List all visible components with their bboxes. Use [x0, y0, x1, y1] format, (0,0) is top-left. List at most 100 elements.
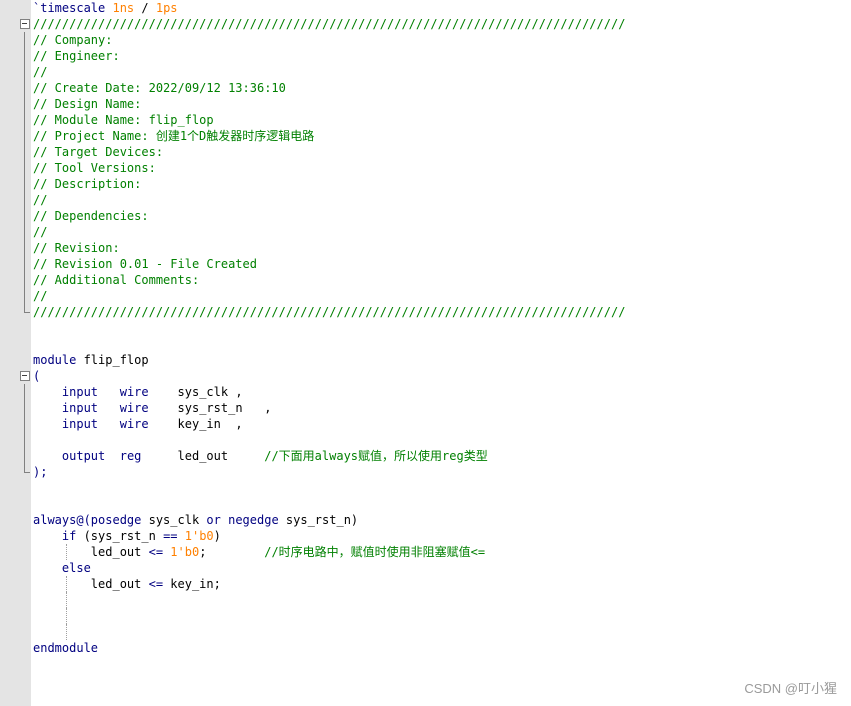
- code-line[interactable]: // Module Name: flip_flop: [0, 112, 851, 128]
- fold-guide-icon: [19, 112, 31, 128]
- code-line[interactable]: [0, 480, 851, 496]
- code-line[interactable]: else: [0, 560, 851, 576]
- code-line[interactable]: //: [0, 288, 851, 304]
- code-line[interactable]: // Revision:: [0, 240, 851, 256]
- code-token: key_in ,: [148, 417, 243, 431]
- code-line[interactable]: [0, 592, 851, 608]
- code-line[interactable]: output reg led_out //下面用always赋值，所以使用reg…: [0, 448, 851, 464]
- code-text[interactable]: // Additional Comments:: [33, 272, 199, 288]
- code-text[interactable]: led_out <= key_in;: [33, 576, 221, 592]
- code-token: //时序电路中，赋值时使用非阻塞赋值<=: [264, 545, 486, 559]
- code-text[interactable]: );: [33, 464, 47, 480]
- fold-toggle-icon[interactable]: [19, 368, 31, 384]
- code-line[interactable]: module flip_flop: [0, 352, 851, 368]
- code-text[interactable]: // Revision:: [33, 240, 120, 256]
- code-text[interactable]: // Engineer:: [33, 48, 120, 64]
- code-line[interactable]: [0, 608, 851, 624]
- code-line[interactable]: // Additional Comments:: [0, 272, 851, 288]
- code-text[interactable]: `timescale 1ns / 1ps: [33, 0, 178, 16]
- code-token: ): [213, 529, 221, 543]
- code-text[interactable]: // Design Name:: [33, 96, 141, 112]
- code-text[interactable]: input wire sys_rst_n ,: [33, 400, 272, 416]
- code-text[interactable]: else: [33, 560, 91, 576]
- code-text[interactable]: input wire sys_clk ,: [33, 384, 243, 400]
- code-token: 1ns: [112, 1, 135, 15]
- code-text[interactable]: // Dependencies:: [33, 208, 149, 224]
- code-text[interactable]: input wire key_in ,: [33, 416, 243, 432]
- code-text[interactable]: module flip_flop: [33, 352, 149, 368]
- code-text[interactable]: if (sys_rst_n == 1'b0): [33, 528, 221, 544]
- code-line[interactable]: [0, 656, 851, 672]
- code-text[interactable]: // Revision 0.01 - File Created: [33, 256, 257, 272]
- fold-guide-icon: [19, 80, 31, 96]
- code-line[interactable]: );: [0, 464, 851, 480]
- fold-guide-icon: [19, 416, 31, 432]
- code-lines[interactable]: `timescale 1ns / 1ps////////////////////…: [0, 0, 851, 672]
- code-token: );: [33, 465, 48, 479]
- code-line[interactable]: input wire key_in ,: [0, 416, 851, 432]
- code-text[interactable]: //: [33, 224, 47, 240]
- code-line[interactable]: [0, 336, 851, 352]
- code-line[interactable]: ////////////////////////////////////////…: [0, 304, 851, 320]
- code-editor[interactable]: `timescale 1ns / 1ps////////////////////…: [0, 0, 851, 706]
- code-line[interactable]: [0, 496, 851, 512]
- code-text[interactable]: // Create Date: 2022/09/12 13:36:10: [33, 80, 286, 96]
- code-line[interactable]: //: [0, 224, 851, 240]
- code-line[interactable]: // Design Name:: [0, 96, 851, 112]
- code-token: // Description:: [33, 177, 142, 191]
- code-line[interactable]: // Create Date: 2022/09/12 13:36:10: [0, 80, 851, 96]
- code-text[interactable]: // Module Name: flip_flop: [33, 112, 214, 128]
- code-line[interactable]: // Dependencies:: [0, 208, 851, 224]
- code-text[interactable]: // Project Name: 创建1个D触发器时序逻辑电路: [33, 128, 314, 144]
- code-line[interactable]: [0, 320, 851, 336]
- code-text[interactable]: // Tool Versions:: [33, 160, 156, 176]
- code-text[interactable]: // Description:: [33, 176, 141, 192]
- code-line[interactable]: [0, 624, 851, 640]
- code-text[interactable]: //: [33, 64, 47, 80]
- code-line[interactable]: // Company:: [0, 32, 851, 48]
- code-line[interactable]: input wire sys_rst_n ,: [0, 400, 851, 416]
- code-token: or: [206, 513, 221, 527]
- code-text[interactable]: ////////////////////////////////////////…: [33, 304, 625, 320]
- code-text[interactable]: led_out <= 1'b0; //时序电路中，赋值时使用非阻塞赋值<=: [33, 544, 485, 560]
- code-line[interactable]: // Project Name: 创建1个D触发器时序逻辑电路: [0, 128, 851, 144]
- code-line[interactable]: always@(posedge sys_clk or negedge sys_r…: [0, 512, 851, 528]
- code-text[interactable]: output reg led_out //下面用always赋值，所以使用reg…: [33, 448, 488, 464]
- code-line[interactable]: // Description:: [0, 176, 851, 192]
- code-token: ==: [163, 529, 178, 543]
- code-text[interactable]: //: [33, 192, 47, 208]
- code-line[interactable]: `timescale 1ns / 1ps: [0, 0, 851, 16]
- code-line[interactable]: // Target Devices:: [0, 144, 851, 160]
- code-line[interactable]: //: [0, 64, 851, 80]
- code-text[interactable]: endmodule: [33, 640, 98, 656]
- code-line[interactable]: // Revision 0.01 - File Created: [0, 256, 851, 272]
- code-line[interactable]: (: [0, 368, 851, 384]
- code-line[interactable]: if (sys_rst_n == 1'b0): [0, 528, 851, 544]
- code-line[interactable]: // Engineer:: [0, 48, 851, 64]
- fold-guide-icon: [19, 464, 31, 480]
- code-token: // Company:: [33, 33, 113, 47]
- code-line[interactable]: endmodule: [0, 640, 851, 656]
- code-text[interactable]: // Target Devices:: [33, 144, 163, 160]
- code-text[interactable]: ////////////////////////////////////////…: [33, 16, 625, 32]
- code-token: // Revision 0.01 - File Created: [33, 257, 257, 271]
- fold-toggle-icon[interactable]: [19, 16, 31, 32]
- code-text[interactable]: always@(posedge sys_clk or negedge sys_r…: [33, 512, 358, 528]
- code-text[interactable]: // Company:: [33, 32, 112, 48]
- code-text[interactable]: //: [33, 288, 47, 304]
- code-line[interactable]: ////////////////////////////////////////…: [0, 16, 851, 32]
- fold-guide-icon: [19, 304, 31, 320]
- code-text[interactable]: (: [33, 368, 40, 384]
- code-line[interactable]: [0, 432, 851, 448]
- code-token: endmodule: [33, 641, 99, 655]
- code-line[interactable]: // Tool Versions:: [0, 160, 851, 176]
- code-token: //: [33, 65, 48, 79]
- code-line[interactable]: led_out <= 1'b0; //时序电路中，赋值时使用非阻塞赋值<=: [0, 544, 851, 560]
- code-line[interactable]: input wire sys_clk ,: [0, 384, 851, 400]
- code-line[interactable]: //: [0, 192, 851, 208]
- code-line[interactable]: led_out <= key_in;: [0, 576, 851, 592]
- code-token: // Design Name:: [33, 97, 142, 111]
